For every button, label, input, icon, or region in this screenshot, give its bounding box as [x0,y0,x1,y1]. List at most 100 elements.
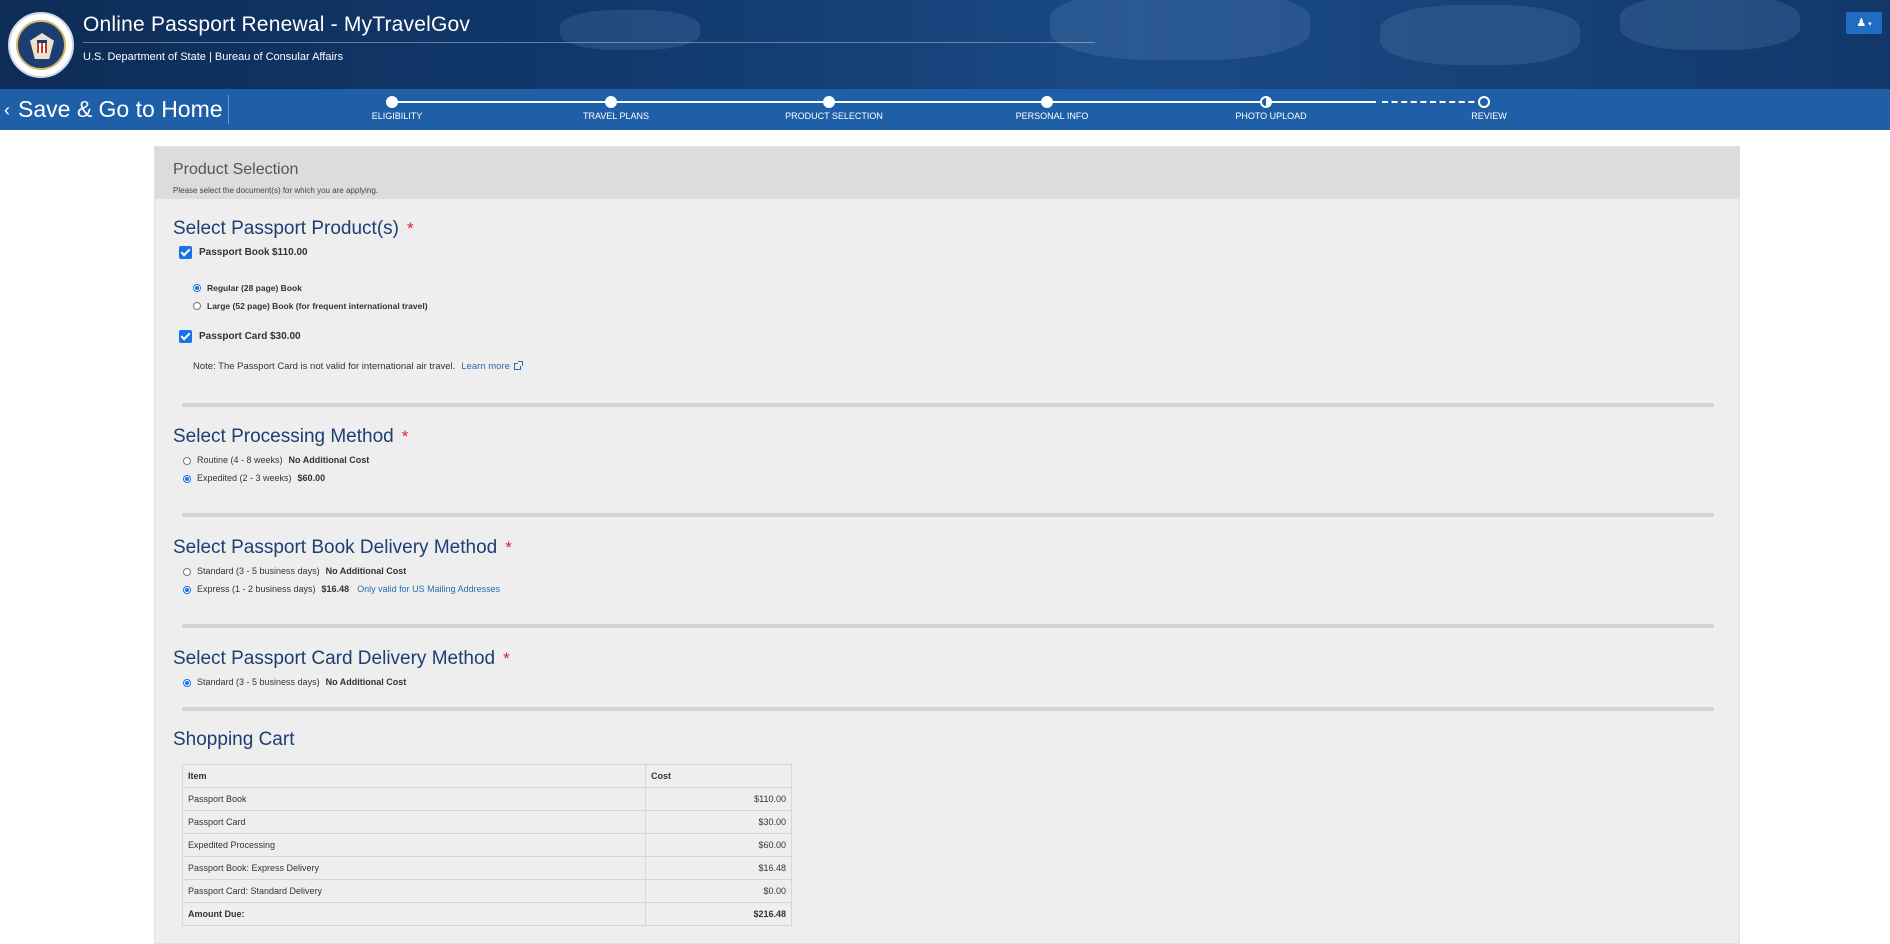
book-standard-delivery-option[interactable]: Standard (3 - 5 business days) No Additio… [197,566,406,576]
step-label-review[interactable]: REVIEW [1419,111,1559,121]
cart-cost: $0.00 [645,879,792,903]
routine-processing-radio[interactable] [183,457,191,465]
site-title: Online Passport Renewal - MyTravelGov [83,13,471,36]
regular-book-label[interactable]: Regular (28 page) Book [207,283,302,293]
shopping-cart-title: Shopping Cart [173,729,295,750]
card-standard-delivery-radio[interactable] [183,679,191,687]
book-delivery-title: Select Passport Book Delivery Method [173,537,498,558]
step-dot-review[interactable] [1478,96,1490,108]
cost-column-header: Cost [645,764,792,788]
save-and-go-home-link[interactable]: ‹ Save & Go to Home [4,91,223,127]
step-label-personal-info[interactable]: PERSONAL INFO [982,111,1122,121]
step-label-product-selection[interactable]: PRODUCT SELECTION [764,111,904,121]
panel-description: Please select the document(s) for which … [173,186,378,195]
table-row: Passport Book $110.00 [182,787,792,811]
department-seal-icon [8,12,74,78]
passport-book-label: Passport Book [199,247,270,258]
section-divider [182,513,1714,517]
user-menu-button[interactable]: ♟ ▾ [1846,12,1882,34]
amount-due-label: Amount Due: [182,902,646,926]
step-label-photo-upload[interactable]: PHOTO UPLOAD [1201,111,1341,121]
panel-header: Product Selection Please select the docu… [155,147,1739,199]
step-dot-personal-info[interactable] [1041,96,1053,108]
map-decoration [560,10,700,50]
table-row: Expedited Processing $60.00 [182,833,792,857]
map-decoration [1620,0,1800,50]
passport-card-checkbox[interactable] [179,330,192,343]
passport-book-price: $110.00 [272,247,308,258]
section-divider [182,707,1714,711]
passport-products-title: Select Passport Product(s) [173,218,399,239]
section-divider [182,624,1714,628]
book-standard-delivery-radio[interactable] [183,568,191,576]
required-mark: * [505,538,512,557]
large-book-radio[interactable] [193,302,201,310]
required-mark: * [401,427,409,446]
learn-more-label: Learn more [461,361,510,372]
user-icon: ♟ [1856,17,1867,29]
shopping-cart-table: Item Cost Passport Book $110.00 Passport… [182,764,792,926]
required-mark: * [503,649,510,668]
section-divider [182,403,1714,407]
step-dot-eligibility[interactable] [386,96,398,108]
cart-item: Passport Book: Express Delivery [182,856,646,880]
site-header: Online Passport Renewal - MyTravelGov U.… [0,0,1890,89]
title-rule [83,42,1095,43]
step-dot-photo-upload[interactable] [1260,96,1272,108]
map-decoration [1050,0,1310,60]
book-express-delivery-radio[interactable] [183,586,191,594]
processing-method-heading: Select Processing Method * [173,426,408,448]
card-standard-delivery-option[interactable]: Standard (3 - 5 business days) No Additio… [197,677,406,687]
cart-item: Passport Card [182,810,646,834]
routine-processing-option[interactable]: Routine (4 - 8 weeks) No Additional Cost [197,455,369,465]
amount-due-value: $216.48 [645,902,792,926]
external-link-icon [513,361,523,370]
learn-more-link[interactable]: Learn more [461,361,523,372]
cart-item: Expedited Processing [182,833,646,857]
book-express-delivery-option[interactable]: Express (1 - 2 business days) $16.48 Only … [197,584,500,594]
cart-cost: $16.48 [645,856,792,880]
step-label-travel-plans[interactable]: TRAVEL PLANS [546,111,686,121]
passport-card-note-text: Note: The Passport Card is not valid for… [193,361,456,372]
cart-cost: $30.00 [645,810,792,834]
item-column-header: Item [182,764,646,788]
cart-cost: $110.00 [645,787,792,811]
product-selection-panel: Product Selection Please select the docu… [154,146,1740,944]
panel-title: Product Selection [173,161,299,178]
amount-due-row: Amount Due: $216.48 [182,902,792,926]
passport-card-note: Note: The Passport Card is not valid for… [193,361,523,372]
nav-divider [228,95,229,124]
step-dot-travel-plans[interactable] [605,96,617,108]
expedited-processing-label: Expedited (2 - 3 weeks) [197,473,292,483]
step-dot-product-selection[interactable] [823,96,835,108]
table-row: Passport Card: Standard Delivery $0.00 [182,879,792,903]
cart-item: Passport Book [182,787,646,811]
map-decoration [1380,5,1580,65]
passport-card-price: $30.00 [270,331,301,342]
chevron-left-icon: ‹ [4,100,10,120]
book-express-delivery-label: Express (1 - 2 business days) [197,584,316,594]
passport-book-checkbox[interactable] [179,246,192,259]
step-label-eligibility[interactable]: ELIGIBILITY [327,111,467,121]
card-delivery-heading: Select Passport Card Delivery Method * [173,648,510,670]
passport-card-label: Passport Card [199,331,268,342]
card-standard-delivery-label: Standard (3 - 5 business days) [197,677,320,687]
expedited-processing-radio[interactable] [183,475,191,483]
site-subtitle: U.S. Department of State | Bureau of Con… [83,51,344,63]
expedited-processing-cost: $60.00 [297,473,326,483]
regular-book-radio[interactable] [193,284,201,292]
table-row: Passport Card $30.00 [182,810,792,834]
book-standard-delivery-cost: No Additional Cost [325,566,407,576]
save-and-go-home-label: Save & Go to Home [18,96,223,122]
book-delivery-heading: Select Passport Book Delivery Method * [173,537,512,559]
book-standard-delivery-label: Standard (3 - 5 business days) [197,566,320,576]
book-express-delivery-note: Only valid for US Mailing Addresses [357,584,501,594]
expedited-processing-option[interactable]: Expedited (2 - 3 weeks) $60.00 [197,473,325,483]
routine-processing-cost: No Additional Cost [288,455,370,465]
passport-products-heading: Select Passport Product(s) * [173,218,414,240]
processing-method-title: Select Processing Method [173,426,394,447]
routine-processing-label: Routine (4 - 8 weeks) [197,455,283,465]
progress-track-remaining [1382,101,1484,103]
large-book-label[interactable]: Large (52 page) Book (for frequent inter… [207,301,428,311]
book-express-delivery-cost: $16.48 [321,584,350,594]
